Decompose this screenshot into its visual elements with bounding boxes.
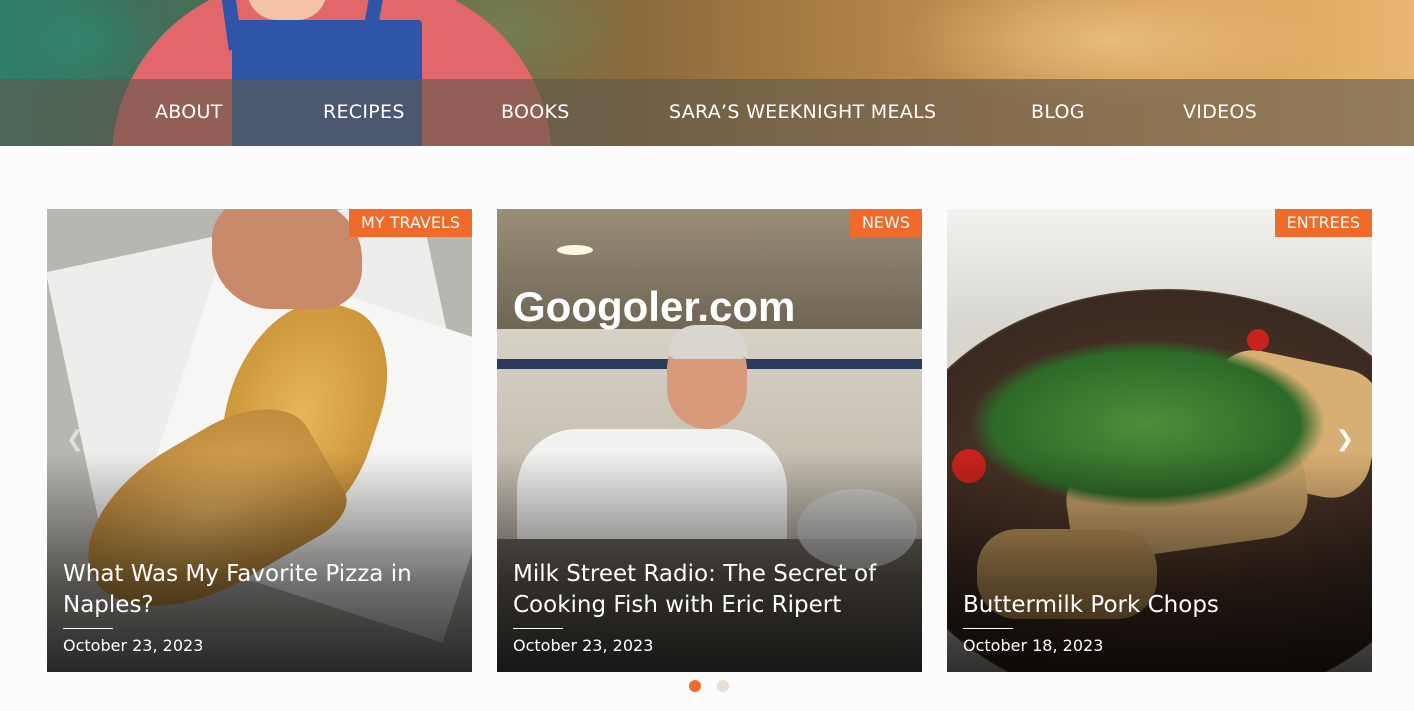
title-divider bbox=[63, 628, 113, 629]
nav-item-about[interactable]: ABOUT bbox=[155, 79, 223, 146]
post-date: October 23, 2023 bbox=[63, 636, 204, 655]
card-image-detail bbox=[212, 209, 362, 309]
carousel-dot[interactable] bbox=[717, 680, 729, 692]
post-title[interactable]: Milk Street Radio: The Secret of Cooking… bbox=[513, 559, 902, 621]
nav-item-weeknight-meals[interactable]: SARA’S WEEKNIGHT MEALS bbox=[669, 79, 936, 146]
chevron-left-icon[interactable]: ❮ bbox=[60, 425, 90, 455]
post-card[interactable]: MY TRAVELS What Was My Favorite Pizza in… bbox=[47, 209, 472, 672]
chevron-right-icon[interactable]: ❯ bbox=[1330, 425, 1360, 455]
title-divider bbox=[963, 628, 1013, 629]
category-badge[interactable]: NEWS bbox=[849, 209, 922, 237]
post-date: October 23, 2023 bbox=[513, 636, 654, 655]
category-badge[interactable]: MY TRAVELS bbox=[349, 209, 472, 237]
watermark-text: Googoler.com bbox=[513, 283, 796, 330]
nav-item-videos[interactable]: VIDEOS bbox=[1183, 79, 1257, 146]
carousel-dot-active[interactable] bbox=[689, 680, 701, 692]
post-card[interactable]: Googoler.com NEWS Milk Street Radio: The… bbox=[497, 209, 922, 672]
post-title[interactable]: Buttermilk Pork Chops bbox=[963, 590, 1352, 621]
category-badge[interactable]: ENTREES bbox=[1274, 209, 1372, 237]
card-image-detail bbox=[557, 245, 593, 255]
main-navigation: ABOUT RECIPES BOOKS SARA’S WEEKNIGHT MEA… bbox=[0, 79, 1414, 146]
hero-banner: ABOUT RECIPES BOOKS SARA’S WEEKNIGHT MEA… bbox=[0, 0, 1414, 146]
post-title[interactable]: What Was My Favorite Pizza in Naples? bbox=[63, 559, 452, 621]
nav-item-books[interactable]: BOOKS bbox=[501, 79, 570, 146]
nav-item-blog[interactable]: BLOG bbox=[1031, 79, 1085, 146]
nav-item-recipes[interactable]: RECIPES bbox=[323, 79, 405, 146]
card-image-detail bbox=[1247, 329, 1269, 351]
title-divider bbox=[513, 628, 563, 629]
post-card[interactable]: ENTREES Buttermilk Pork Chops October 18… bbox=[947, 209, 1372, 672]
post-date: October 18, 2023 bbox=[963, 636, 1104, 655]
